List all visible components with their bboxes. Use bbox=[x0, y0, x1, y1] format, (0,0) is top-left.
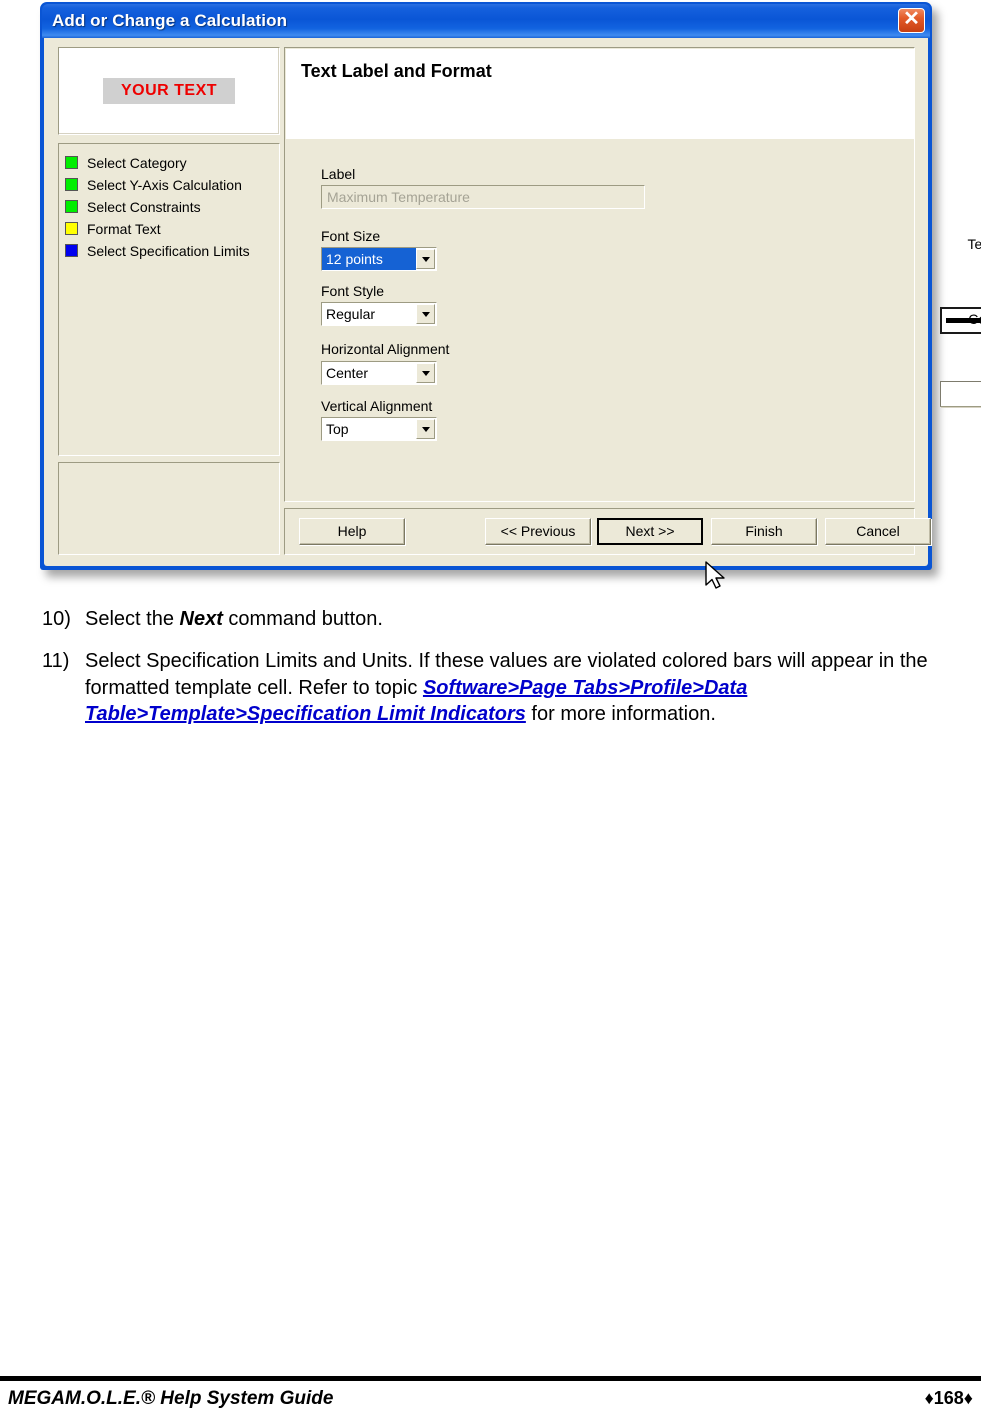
pane-header: Text Label and Format bbox=[286, 49, 914, 139]
vertical-alignment-value: Top bbox=[326, 421, 349, 437]
mouse-cursor-icon bbox=[704, 561, 728, 595]
cell-color-swatch[interactable] bbox=[940, 381, 981, 407]
step10-text-part1: Select the bbox=[85, 608, 180, 630]
wizard-step-label: Select Category bbox=[87, 154, 187, 171]
form-panel: Text Label and Format Label Maximum Temp… bbox=[284, 47, 981, 502]
wizard-step-label: Select Y-Axis Calculation bbox=[87, 176, 242, 193]
wizard-steps-panel: Select Category Select Y-Axis Calculatio… bbox=[58, 143, 280, 456]
page-footer: MEGAM.O.L.E.® Help System Guide ♦168♦ bbox=[0, 1388, 981, 1418]
text-color-caption: Text Color bbox=[967, 236, 981, 252]
font-style-caption: Font Style bbox=[321, 283, 385, 299]
dialog-title: Add or Change a Calculation bbox=[52, 11, 288, 30]
dialog-button-bar: Help << Previous Next >> Finish Cancel bbox=[284, 508, 931, 555]
label-field-caption: Label bbox=[321, 166, 356, 182]
close-icon[interactable]: ✕ bbox=[898, 8, 925, 33]
dialog-body: YOUR TEXT Select Category Select Y-Axis … bbox=[44, 38, 981, 589]
wizard-step-item[interactable]: Select Category bbox=[65, 152, 279, 173]
help-button[interactable]: Help bbox=[299, 518, 405, 545]
wizard-step-item[interactable]: Format Text bbox=[65, 218, 279, 239]
step10-emphasis: Next bbox=[179, 608, 223, 630]
font-style-value: Regular bbox=[326, 306, 376, 322]
footer-title: MEGAM.O.L.E.® Help System Guide bbox=[8, 1388, 334, 1409]
chevron-down-icon[interactable] bbox=[416, 249, 435, 269]
dialog-titlebar[interactable]: Add or Change a Calculation ✕ bbox=[42, 4, 930, 38]
wizard-step-item[interactable]: Select Constraints bbox=[65, 196, 279, 217]
right-column: Text Label and Format Label Maximum Temp… bbox=[284, 47, 981, 555]
close-x-glyph: ✕ bbox=[903, 8, 920, 30]
footer-page-number: ♦168♦ bbox=[924, 1388, 973, 1408]
chevron-down-icon[interactable] bbox=[416, 419, 435, 439]
cell-color-caption: Cell Color bbox=[968, 311, 981, 327]
wizard-step-label: Select Specification Limits bbox=[87, 242, 250, 259]
chevron-down-icon[interactable] bbox=[416, 304, 435, 324]
status-swatch-icon bbox=[65, 156, 78, 169]
footer-divider bbox=[0, 1376, 981, 1381]
vertical-alignment-select[interactable]: Top bbox=[321, 417, 437, 441]
list-item: 10) Select the Next command button. bbox=[42, 606, 962, 632]
vertical-alignment-caption: Vertical Alignment bbox=[321, 398, 433, 414]
label-input[interactable]: Maximum Temperature bbox=[321, 185, 645, 209]
list-item-body: Select Specification Limits and Units. I… bbox=[85, 648, 962, 727]
horizontal-alignment-select[interactable]: Center bbox=[321, 361, 437, 385]
left-column: YOUR TEXT Select Category Select Y-Axis … bbox=[58, 47, 288, 555]
wizard-step-item[interactable]: Select Specification Limits bbox=[65, 240, 279, 261]
font-style-select[interactable]: Regular bbox=[321, 302, 437, 326]
chevron-down-icon[interactable] bbox=[416, 363, 435, 383]
instructions-list: 10) Select the Next command button. 11) … bbox=[42, 606, 962, 744]
horizontal-alignment-caption: Horizontal Alignment bbox=[321, 341, 450, 357]
status-swatch-icon bbox=[65, 178, 78, 191]
list-item-number: 10) bbox=[42, 608, 71, 630]
pane-heading: Text Label and Format bbox=[301, 61, 492, 81]
list-item: 11) Select Specification Limits and Unit… bbox=[42, 648, 962, 727]
status-swatch-icon bbox=[65, 244, 78, 257]
left-bottom-panel bbox=[58, 462, 280, 555]
next-button[interactable]: Next >> bbox=[597, 518, 703, 545]
wizard-step-item[interactable]: Select Y-Axis Calculation bbox=[65, 174, 279, 195]
step10-text-part2: command button. bbox=[222, 608, 383, 630]
font-size-caption: Font Size bbox=[321, 228, 381, 244]
preview-text: YOUR TEXT bbox=[102, 78, 236, 104]
cancel-button[interactable]: Cancel bbox=[825, 518, 931, 545]
previous-button[interactable]: << Previous bbox=[485, 518, 591, 545]
status-swatch-icon bbox=[65, 200, 78, 213]
wizard-step-label: Format Text bbox=[87, 220, 161, 237]
text-preview-panel: YOUR TEXT bbox=[58, 47, 280, 135]
step11-text-part2: for more information. bbox=[525, 703, 716, 726]
horizontal-alignment-value: Center bbox=[326, 365, 369, 381]
list-item-number: 11) bbox=[42, 650, 70, 673]
status-swatch-icon bbox=[65, 222, 78, 235]
list-item-body: Select the Next command button. bbox=[85, 606, 962, 632]
font-size-select[interactable]: 12 points bbox=[321, 247, 437, 271]
finish-button[interactable]: Finish bbox=[711, 518, 817, 545]
wizard-step-label: Select Constraints bbox=[87, 198, 201, 215]
add-or-change-calculation-dialog: Add or Change a Calculation ✕ YOUR TEXT … bbox=[40, 2, 981, 589]
font-size-value: 12 points bbox=[322, 248, 416, 270]
